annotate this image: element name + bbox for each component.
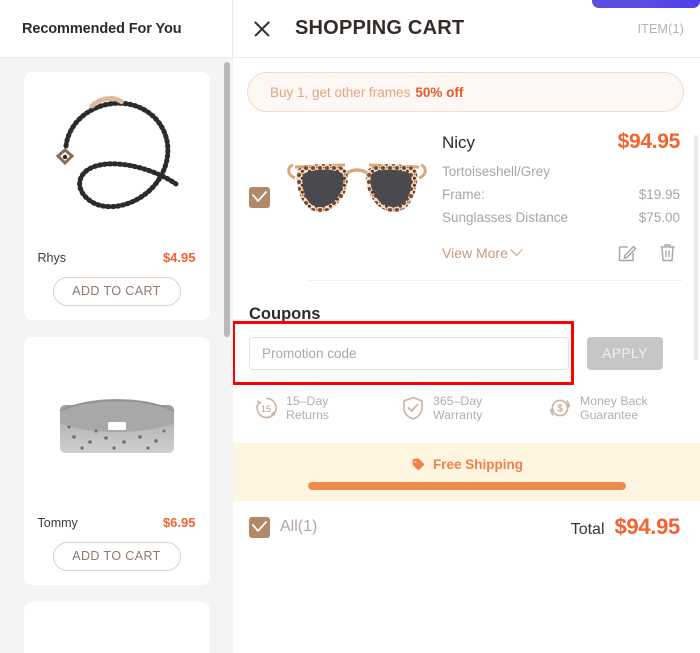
shipping-progress-track — [307, 481, 626, 490]
returns-icon: 15 — [256, 397, 277, 419]
product-name: Rhys — [37, 251, 66, 265]
cart-header: SHOPPING CART ITEM(1) — [233, 0, 700, 58]
purple-accent-badge — [592, 0, 700, 8]
badge-label: Money Back Guarantee — [580, 394, 648, 422]
recommended-header: Recommended For You — [0, 0, 232, 58]
sunglasses-image — [287, 163, 427, 213]
promotion-code-input[interactable] — [249, 337, 569, 370]
item-price: $94.95 — [617, 130, 681, 153]
close-icon[interactable] — [251, 18, 273, 40]
trash-icon[interactable] — [659, 243, 676, 262]
apply-coupon-button[interactable]: APPLY — [587, 337, 663, 370]
shipping-progress-fill — [307, 481, 626, 490]
product-meta: Rhys $4.95 — [36, 250, 198, 265]
add-to-cart-button[interactable]: ADD TO CART — [52, 542, 181, 571]
recommended-panel: Recommended For You Rhys $4.95 ADD TO CA… — [0, 0, 233, 653]
spec-label: Sunglasses Distance — [442, 210, 569, 225]
edit-icon[interactable] — [618, 243, 637, 262]
badge-line1: 15–Day — [286, 394, 329, 408]
check-icon — [252, 191, 267, 202]
badge-line1: 365–Day — [433, 394, 483, 408]
add-to-cart-button[interactable]: ADD TO CART — [52, 277, 181, 306]
svg-text:15: 15 — [261, 404, 271, 414]
coupon-row: APPLY — [233, 321, 684, 385]
chevron-down-icon — [510, 243, 523, 257]
badge-returns: 15 15–Day Returns — [253, 394, 390, 422]
product-price: $4.95 — [162, 250, 196, 265]
cart-panel: SHOPPING CART ITEM(1) Buy 1, get other f… — [233, 0, 700, 653]
shipping-label-row: Free Shipping — [410, 457, 523, 473]
spec-label: Frame: — [442, 187, 485, 202]
badge-label: 365–Day Warranty — [433, 394, 482, 422]
view-more-button[interactable]: View More — [442, 243, 523, 261]
select-all-label: All(1) — [280, 518, 318, 535]
item-thumbnail[interactable] — [282, 130, 432, 240]
view-more-label: View More — [442, 244, 508, 261]
promo-banner-text: Buy 1, get other frames — [270, 84, 411, 100]
item-count-label: ITEM(1) — [637, 21, 684, 36]
product-image-partial — [36, 614, 198, 653]
product-image-case — [36, 349, 198, 509]
badge-warranty: 365–Day Warranty — [400, 394, 537, 422]
item-divider — [309, 280, 682, 281]
product-price: $6.95 — [162, 515, 196, 530]
list-item[interactable]: Rhys $4.95 ADD TO CART — [23, 72, 210, 320]
item-variant: Tortoiseshell/Grey — [442, 164, 551, 179]
shipping-label: Free Shipping — [432, 457, 523, 472]
recommended-list[interactable]: Rhys $4.95 ADD TO CART Tommy $6.95 ADD T… — [0, 58, 233, 653]
tag-icon — [412, 458, 425, 470]
item-actions: View More — [442, 243, 680, 262]
cart-item-row: Nicy $94.95 Tortoiseshell/Grey Frame: $1… — [233, 112, 700, 262]
page-title: SHOPPING CART — [295, 17, 465, 39]
coupons-heading: Coupons — [249, 305, 321, 323]
trust-badges: 15 15–Day Returns 365–Day Warranty $ Mon… — [253, 394, 684, 422]
product-meta: Tommy $6.95 — [36, 515, 198, 530]
total-section: Total $94.95 — [570, 514, 681, 540]
total-value: $94.95 — [614, 514, 681, 539]
spec-value: $75.00 — [638, 210, 680, 225]
recommended-title: Recommended For You — [22, 20, 182, 37]
badge-line1: Money Back — [580, 394, 648, 408]
promo-banner-highlight: 50% off — [415, 84, 464, 100]
promo-banner[interactable]: Buy 1, get other frames 50% off — [247, 72, 684, 112]
item-name: Nicy — [442, 133, 476, 152]
badge-line2: Warranty — [433, 408, 483, 422]
check-icon — [252, 520, 267, 532]
list-item[interactable]: Tommy $6.95 ADD TO CART — [23, 337, 210, 585]
badge-money-back: $ Money Back Guarantee — [547, 394, 684, 422]
cart-footer: All(1) Total $94.95 — [233, 501, 700, 553]
item-spec-row: Sunglasses Distance $75.00 — [442, 210, 680, 225]
badge-label: 15–Day Returns — [286, 394, 329, 422]
product-name: Tommy — [37, 516, 78, 530]
item-title-row: Nicy $94.95 — [442, 130, 680, 154]
total-label: Total — [570, 521, 605, 538]
badge-line2: Guarantee — [580, 408, 639, 422]
list-item-partial[interactable] — [23, 602, 210, 653]
spec-value: $19.95 — [638, 187, 680, 202]
free-shipping-banner: Free Shipping — [233, 443, 700, 501]
item-spec-row: Frame: $19.95 — [442, 187, 680, 202]
product-image-chain — [36, 84, 198, 244]
svg-text:$: $ — [557, 404, 563, 415]
badge-line2: Returns — [286, 408, 330, 422]
select-all-checkbox[interactable] — [249, 516, 270, 538]
recommended-scrollbar[interactable] — [224, 62, 230, 337]
item-action-icons — [618, 243, 680, 262]
cart-scrollbar[interactable] — [694, 135, 698, 360]
shopping-cart-page: Recommended For You Rhys $4.95 ADD TO CA… — [0, 0, 700, 653]
item-info: Nicy $94.95 Tortoiseshell/Grey Frame: $1… — [442, 130, 684, 262]
item-checkbox[interactable] — [249, 187, 270, 208]
money-back-icon: $ — [549, 399, 571, 417]
shield-check-icon — [403, 396, 423, 420]
